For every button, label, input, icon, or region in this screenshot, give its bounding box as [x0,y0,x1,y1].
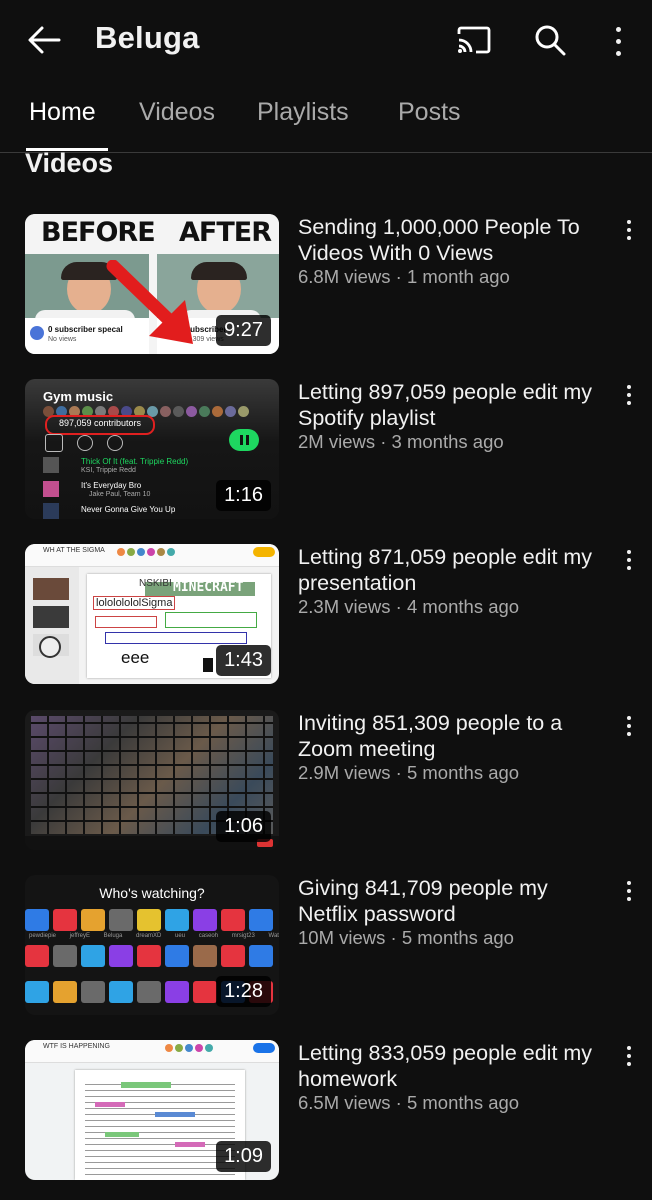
video-metadata: 2.9M views · 5 months ago [298,762,520,783]
thumb-text: pewdiepie [29,933,57,939]
search-icon[interactable] [526,18,574,62]
thumb-text: ueu [175,933,186,939]
more-vertical-icon[interactable] [614,879,644,909]
video-item: WTF IS HAPPENING 1:09 Letting 833,059 pe… [0,1040,652,1180]
tab-home[interactable]: Home [29,98,96,127]
back-arrow-icon[interactable] [20,18,68,62]
thumb-text: Beluga [103,933,123,939]
video-duration: 1:09 [216,1141,271,1172]
video-item: 1:06 Inviting 851,309 people to a Zoom m… [0,710,652,850]
video-duration: 1:06 [216,811,271,842]
thumb-text: BEFORE [41,217,156,248]
thumb-text: WTF IS HAPPENING [43,1043,110,1050]
video-duration: 1:43 [216,645,271,676]
thumb-text: Thick Of It (feat. Trippie Redd) [81,457,189,466]
video-metadata: 2.3M views · 4 months ago [298,596,520,617]
thumb-text: lolololololSigma [93,596,176,610]
thumb-text: 897,059 contributors [59,418,142,428]
video-item: Gym music 897,059 contributors Thick Of … [0,379,652,519]
video-metadata: 2M views · 3 months ago [298,431,504,452]
video-title[interactable]: Letting 833,059 people edit my homework [298,1040,613,1092]
tab-videos[interactable]: Videos [139,98,215,127]
video-title[interactable]: Inviting 851,309 people to a Zoom meetin… [298,710,613,762]
more-vertical-icon[interactable] [614,383,644,413]
red-arrow-icon [106,260,193,344]
video-title[interactable]: Letting 897,059 people edit my Spotify p… [298,379,613,431]
video-thumbnail[interactable]: 1:06 [25,710,279,850]
top-app-bar: Beluga [0,0,652,80]
thumb-text: NSKIBI [139,578,172,589]
thumb-text: Gym music [43,389,114,404]
video-duration: 1:16 [216,480,271,511]
more-vertical-icon[interactable] [614,714,644,744]
more-vertical-icon[interactable] [614,1044,644,1074]
video-duration: 9:27 [216,315,271,346]
video-item: WH AT THE SIGMA MINECRAFT NSKIBI lololol… [0,544,652,684]
thumb-text: MINECRAFT [173,580,244,595]
video-metadata: 10M views · 5 months ago [298,927,514,948]
thumb-text: AFTER [179,217,272,248]
thumb-text: It's Everyday Bro [81,481,142,490]
video-duration: 1:28 [216,976,271,1007]
tab-posts[interactable]: Posts [398,98,461,127]
more-vertical-icon[interactable] [594,18,642,62]
cast-icon[interactable] [450,18,498,62]
section-title: Videos [25,148,114,178]
more-vertical-icon[interactable] [614,548,644,578]
video-title[interactable]: Giving 841,709 people my Netflix passwor… [298,875,613,927]
more-vertical-icon[interactable] [614,218,644,248]
video-item: BEFORE AFTER 0 subscriber specal No view… [0,214,652,354]
video-title[interactable]: Sending 1,000,000 People To Videos With … [298,214,613,266]
thumb-text: WH AT THE SIGMA [43,547,105,554]
channel-title: Beluga [95,20,200,55]
thumb-text: Jake Paul, Team 10 [89,491,151,498]
video-thumbnail[interactable]: Who's watching? pewdiepie jeffreyE Beluga d… [25,875,279,1015]
video-thumbnail[interactable]: WTF IS HAPPENING 1:09 [25,1040,279,1180]
thumb-text: KSI, Trippie Redd [81,467,136,474]
video-title[interactable]: Letting 871,059 people edit my presentat… [298,544,613,596]
video-item: Who's watching? pewdiepie jeffreyE Beluga d… [0,875,652,1015]
channel-tabs: Home Videos Playlists Posts [0,88,652,153]
thumb-text: mrsigt23 [231,933,255,939]
thumb-text: Never Gonna Give You Up [81,505,176,514]
thumb-text: Wat [268,933,279,939]
thumb-text: caseoh [198,933,219,939]
video-thumbnail[interactable]: BEFORE AFTER 0 subscriber specal No view… [25,214,279,354]
thumb-text: Who's watching? [99,885,205,901]
tab-playlists[interactable]: Playlists [257,98,349,127]
video-thumbnail[interactable]: Gym music 897,059 contributors Thick Of … [25,379,279,519]
thumb-text: No views [48,336,77,343]
thumb-text: eee [121,648,150,667]
thumb-text: dreamXD [136,933,162,939]
video-thumbnail[interactable]: WH AT THE SIGMA MINECRAFT NSKIBI lololol… [25,544,279,684]
thumb-text: jeffreyE [69,933,90,939]
video-metadata: 6.5M views · 5 months ago [298,1092,520,1113]
video-metadata: 6.8M views · 1 month ago [298,266,510,287]
